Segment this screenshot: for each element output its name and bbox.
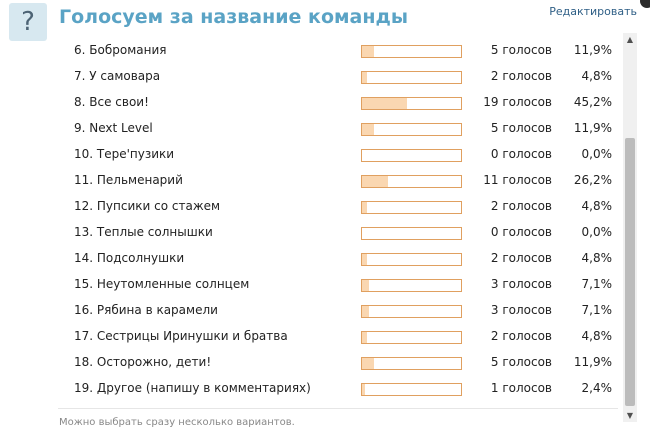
vote-count: 19 голосов bbox=[483, 95, 552, 109]
poll-option-row: 18. Осторожно, дети! 5 голосов 11,9% bbox=[0, 349, 618, 375]
poll-option-row: 10. Тере'пузики 0 голосов 0,0% bbox=[0, 141, 618, 167]
vote-count: 11 голосов bbox=[483, 173, 552, 187]
edit-link[interactable]: Редактировать bbox=[549, 5, 637, 18]
option-label: 7. У самовара bbox=[74, 69, 161, 83]
vote-count: 5 голосов bbox=[490, 43, 552, 57]
vote-count: 5 голосов bbox=[490, 355, 552, 369]
result-bar bbox=[361, 305, 462, 318]
option-label: 6. Бобромания bbox=[74, 43, 167, 57]
result-bar-fill bbox=[362, 306, 369, 317]
vote-percent: 45,2% bbox=[573, 95, 612, 109]
vote-percent: 0,0% bbox=[581, 147, 613, 161]
result-bar bbox=[361, 97, 462, 110]
result-bar-fill bbox=[362, 176, 388, 187]
option-label: 11. Пельменарий bbox=[74, 173, 183, 187]
result-bar-fill bbox=[362, 72, 367, 83]
poll-option-row: 17. Сестрицы Иринушки и братва 2 голосов 4… bbox=[0, 323, 618, 349]
poll-option-row: 13. Теплые солнышки 0 голосов 0,0% bbox=[0, 219, 618, 245]
vote-percent: 11,9% bbox=[573, 121, 612, 135]
vote-count: 3 голосов bbox=[490, 277, 552, 291]
result-bar-fill bbox=[362, 254, 367, 265]
poll-option-row: 19. Другое (напишу в комментариях) 1 голо… bbox=[0, 375, 618, 401]
result-bar bbox=[361, 357, 462, 370]
option-label: 9. Next Level bbox=[74, 121, 153, 135]
vote-count: 0 голосов bbox=[490, 225, 552, 239]
poll-option-row: 8. Все свои! 19 голосов 45,2% bbox=[0, 89, 618, 115]
result-bar-fill bbox=[362, 124, 374, 135]
result-bar bbox=[361, 253, 462, 266]
poll-option-row: 14. Подсолнушки 2 голосов 4,8% bbox=[0, 245, 618, 271]
poll-option-row: 12. Пупсики со стажем 2 голосов 4,8% bbox=[0, 193, 618, 219]
scroll-up-icon[interactable]: ▲ bbox=[623, 33, 637, 46]
poll-option-row: 11. Пельменарий 11 голосов 26,2% bbox=[0, 167, 618, 193]
vote-percent: 4,8% bbox=[581, 251, 613, 265]
vote-percent: 4,8% bbox=[581, 199, 613, 213]
poll-option-row: 6. Бобромания 5 голосов 11,9% bbox=[0, 37, 618, 63]
result-bar bbox=[361, 279, 462, 292]
poll-option-row: 15. Неутомленные солнцем 3 голосов 7,1% bbox=[0, 271, 618, 297]
result-bar bbox=[361, 383, 462, 396]
result-bar-fill bbox=[362, 280, 369, 291]
corner-dot-icon bbox=[640, 0, 650, 8]
result-bar bbox=[361, 149, 462, 162]
vote-count: 1 голосов bbox=[490, 381, 552, 395]
vote-percent: 4,8% bbox=[581, 69, 613, 83]
result-bar-fill bbox=[362, 98, 407, 109]
option-label: 14. Подсолнушки bbox=[74, 251, 185, 265]
vote-count: 2 голосов bbox=[490, 329, 552, 343]
result-bar-fill bbox=[362, 358, 374, 369]
scrollbar[interactable]: ▲ ▼ bbox=[623, 33, 637, 422]
vote-count: 3 голосов bbox=[490, 303, 552, 317]
scroll-down-icon[interactable]: ▼ bbox=[623, 409, 637, 422]
result-bar-fill bbox=[362, 202, 367, 213]
poll-title: Голосуем за название команды bbox=[59, 6, 409, 28]
poll-option-row: 9. Next Level 5 голосов 11,9% bbox=[0, 115, 618, 141]
option-label: 18. Осторожно, дети! bbox=[74, 355, 212, 369]
vote-percent: 7,1% bbox=[581, 303, 613, 317]
vote-count: 0 голосов bbox=[490, 147, 552, 161]
result-bar bbox=[361, 45, 462, 58]
option-label: 12. Пупсики со стажем bbox=[74, 199, 221, 213]
option-label: 13. Теплые солнышки bbox=[74, 225, 213, 239]
result-bar bbox=[361, 175, 462, 188]
option-label: 8. Все свои! bbox=[74, 95, 149, 109]
result-bar bbox=[361, 123, 462, 136]
option-label: 10. Тере'пузики bbox=[74, 147, 175, 161]
result-bar-fill bbox=[362, 332, 367, 343]
footer-divider bbox=[58, 408, 618, 409]
vote-count: 2 голосов bbox=[490, 251, 552, 265]
option-label: 17. Сестрицы Иринушки и братва bbox=[74, 329, 288, 343]
vote-percent: 7,1% bbox=[581, 277, 613, 291]
vote-count: 5 голосов bbox=[490, 121, 552, 135]
vote-count: 2 голосов bbox=[490, 199, 552, 213]
result-bar bbox=[361, 71, 462, 84]
scroll-thumb[interactable] bbox=[625, 138, 635, 406]
poll-option-row: 16. Рябина в карамели 3 голосов 7,1% bbox=[0, 297, 618, 323]
result-bar-fill bbox=[362, 384, 365, 395]
result-bar bbox=[361, 227, 462, 240]
option-label: 15. Неутомленные солнцем bbox=[74, 277, 250, 291]
vote-percent: 0,0% bbox=[581, 225, 613, 239]
result-bar bbox=[361, 331, 462, 344]
vote-percent: 4,8% bbox=[581, 329, 613, 343]
result-bar bbox=[361, 201, 462, 214]
vote-percent: 26,2% bbox=[573, 173, 612, 187]
option-label: 16. Рябина в карамели bbox=[74, 303, 218, 317]
poll-results-list: 6. Бобромания 5 голосов 11,9% 7. У самовара… bbox=[0, 35, 618, 409]
footer-note: Можно выбрать сразу несколько вариантов. bbox=[59, 417, 295, 428]
vote-percent: 11,9% bbox=[573, 43, 612, 57]
vote-percent: 2,4% bbox=[581, 381, 613, 395]
vote-count: 2 голосов bbox=[490, 69, 552, 83]
poll-option-row: 7. У самовара 2 голосов 4,8% bbox=[0, 63, 618, 89]
option-label: 19. Другое (напишу в комментариях) bbox=[74, 381, 311, 395]
result-bar-fill bbox=[362, 46, 374, 57]
vote-percent: 11,9% bbox=[573, 355, 612, 369]
